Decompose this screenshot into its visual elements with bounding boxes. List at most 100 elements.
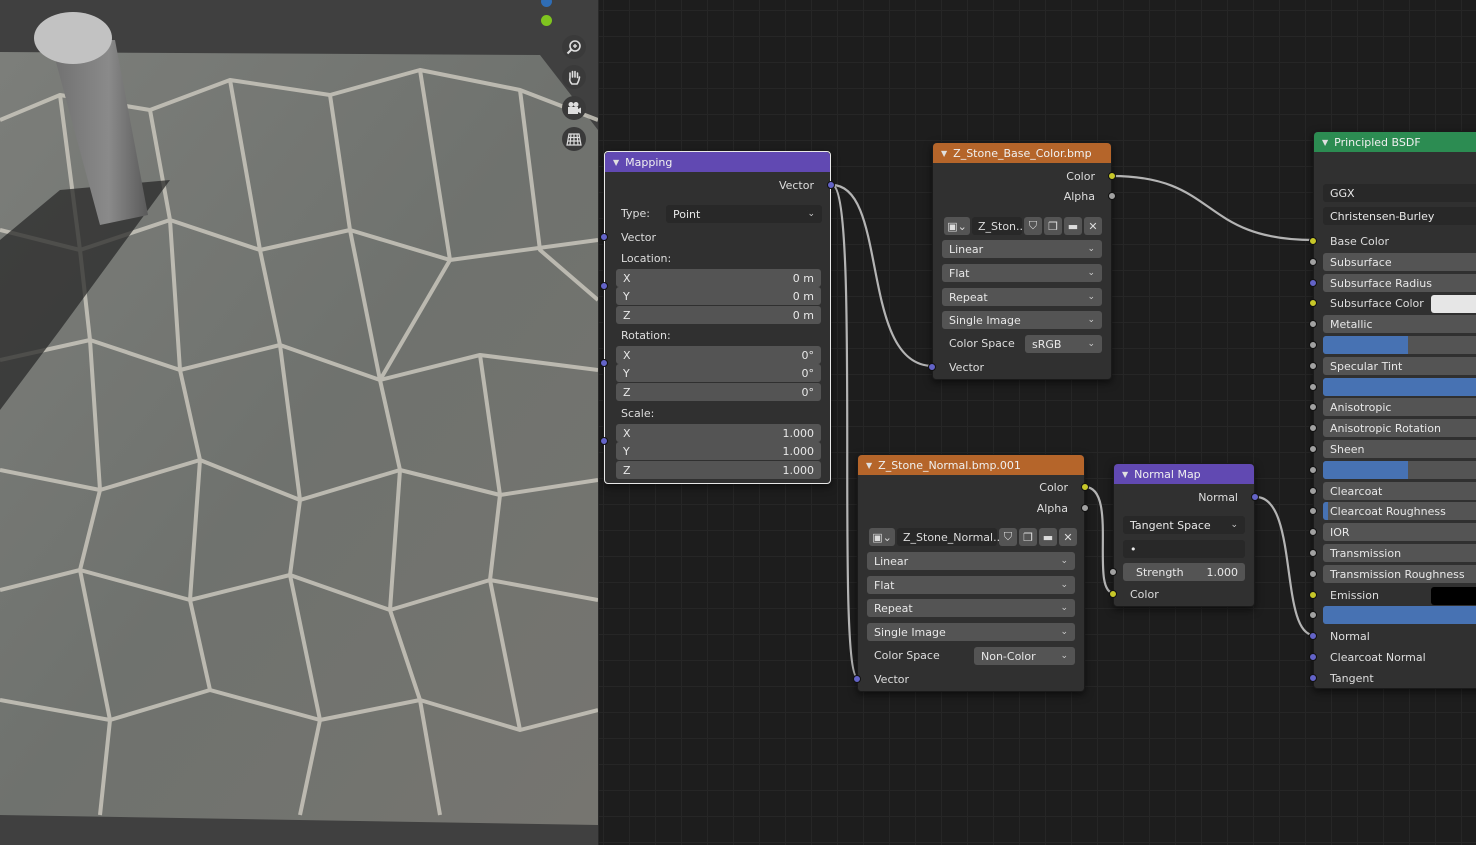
rotation-y-field[interactable]: Y 0°: [616, 364, 821, 382]
normal-map-header[interactable]: ▼ Normal Map: [1114, 464, 1254, 484]
image-name-field[interactable]: Z_Stone_Normal..: [897, 528, 1000, 546]
metallic-input[interactable]: Metallic: [1323, 315, 1476, 333]
strength-input-socket[interactable]: [1109, 568, 1117, 576]
scale-y-field[interactable]: Y 1.000: [616, 442, 821, 460]
image-selector[interactable]: ▣⌄ Z_Ston.. ⛉ ❐ ▬ ✕: [944, 217, 1102, 235]
anisotropic-rotation-input-socket[interactable]: [1309, 424, 1317, 432]
duplicate-icon[interactable]: ❐: [1019, 528, 1037, 546]
subsurface-radius-input-socket[interactable]: [1309, 279, 1317, 287]
normal-texture-node[interactable]: ▼ Z_Stone_Normal.bmp.001 Color Alpha ▣⌄ …: [853, 454, 1089, 692]
clearcoat-input-socket[interactable]: [1309, 487, 1317, 495]
color-output-socket[interactable]: [1081, 483, 1089, 491]
transmission-roughness-input[interactable]: Transmission Roughness: [1323, 565, 1476, 583]
texture-node-header[interactable]: ▼ Z_Stone_Normal.bmp.001: [858, 455, 1084, 475]
scale-socket[interactable]: [600, 437, 608, 445]
y-axis-dot[interactable]: [541, 15, 552, 26]
alpha-input[interactable]: Alpha: [1323, 606, 1476, 624]
texture-node-header[interactable]: ▼ Z_Stone_Base_Color.bmp: [933, 143, 1111, 163]
transmission-input[interactable]: Transmission: [1323, 544, 1476, 562]
hand-pan-icon[interactable]: [562, 65, 586, 89]
shader-node-editor[interactable]: ▼ Mapping Vector Type: Point ⌄ Vector Loc…: [598, 0, 1476, 845]
input-socket[interactable]: [600, 233, 608, 241]
alpha-input-socket[interactable]: [1309, 611, 1317, 619]
vector-input-socket[interactable]: [853, 675, 861, 683]
alpha-output-socket[interactable]: [1108, 192, 1116, 200]
collapse-triangle-icon[interactable]: ▼: [941, 149, 947, 158]
rotation-socket[interactable]: [600, 359, 608, 367]
distribution-dropdown[interactable]: GGX: [1323, 184, 1476, 202]
specular-tint-input[interactable]: Specular Tint: [1323, 357, 1476, 375]
specular-tint-input-socket[interactable]: [1309, 362, 1317, 370]
color-output-socket[interactable]: [1108, 172, 1116, 180]
unlink-close-icon[interactable]: ✕: [1084, 217, 1102, 235]
camera-icon[interactable]: [562, 96, 586, 120]
location-y-field[interactable]: Y0 m: [616, 287, 821, 305]
sheen-input[interactable]: Sheen: [1323, 440, 1476, 458]
interpolation-dropdown[interactable]: Linear ⌄: [942, 240, 1102, 258]
uv-map-field[interactable]: •: [1123, 540, 1245, 558]
specular-input[interactable]: Specular: [1323, 336, 1476, 354]
ior-input-socket[interactable]: [1309, 528, 1317, 536]
fake-user-shield-icon[interactable]: ⛉: [1024, 217, 1042, 235]
duplicate-icon[interactable]: ❐: [1044, 217, 1062, 235]
sheen-input-socket[interactable]: [1309, 445, 1317, 453]
clearcoat-roughness-input[interactable]: Clearcoat Roughness: [1323, 502, 1476, 520]
extension-dropdown[interactable]: Repeat ⌄: [942, 288, 1102, 306]
source-dropdown[interactable]: Single Image ⌄: [942, 311, 1102, 329]
mapping-node[interactable]: ▼ Mapping Vector Type: Point ⌄ Vector Loc…: [600, 151, 835, 484]
location-x-field[interactable]: X0 m: [616, 269, 821, 287]
subsurface-radius-input[interactable]: Subsurface Radius: [1323, 274, 1476, 292]
image-selector[interactable]: ▣⌄ Z_Stone_Normal.. ⛉ ❐ ▬ ✕: [869, 528, 1077, 546]
ior-input[interactable]: IOR: [1323, 523, 1476, 541]
normal-map-node[interactable]: ▼ Normal Map Normal Tangent Space ⌄ • Str…: [1109, 463, 1259, 607]
anisotropic-input[interactable]: Anisotropic: [1323, 398, 1476, 416]
location-socket[interactable]: [600, 282, 608, 290]
scale-x-field[interactable]: X 1.000: [616, 424, 821, 442]
bsdf-header[interactable]: ▼ Principled BSDF: [1314, 132, 1476, 152]
location-z-field[interactable]: Z0 m: [616, 306, 821, 324]
image-browse-icon[interactable]: ▣⌄: [944, 217, 970, 235]
subsurface-input[interactable]: Subsurface: [1323, 253, 1476, 271]
rotation-z-field[interactable]: Z 0°: [616, 383, 821, 401]
extension-dropdown[interactable]: Repeat ⌄: [867, 599, 1075, 617]
subsurface-input-socket[interactable]: [1309, 258, 1317, 266]
collapse-triangle-icon[interactable]: ▼: [1122, 470, 1128, 479]
image-browse-icon[interactable]: ▣⌄: [869, 528, 895, 546]
open-folder-icon[interactable]: ▬: [1064, 217, 1082, 235]
principled-bsdf-node[interactable]: ▼ Principled BSDF GGX Christensen-Burley…: [1309, 131, 1476, 689]
alpha-output-socket[interactable]: [1081, 504, 1089, 512]
image-name-field[interactable]: Z_Ston..: [972, 217, 1023, 235]
collapse-triangle-icon[interactable]: ▼: [613, 158, 619, 167]
color-input-socket[interactable]: [1109, 590, 1117, 598]
collapse-triangle-icon[interactable]: ▼: [866, 461, 872, 470]
vector-input-socket[interactable]: [928, 363, 936, 371]
metallic-input-socket[interactable]: [1309, 320, 1317, 328]
space-dropdown[interactable]: Tangent Space ⌄: [1123, 516, 1245, 534]
output-socket[interactable]: [827, 181, 835, 189]
emission-color-swatch[interactable]: [1431, 587, 1476, 605]
color-space-dropdown[interactable]: Non-Color ⌄: [974, 647, 1075, 665]
roughness-input-socket[interactable]: [1309, 383, 1317, 391]
clearcoat-roughness-input-socket[interactable]: [1309, 507, 1317, 515]
mapping-node-header[interactable]: ▼ Mapping: [605, 152, 830, 172]
anisotropic-rotation-input[interactable]: Anisotropic Rotation: [1323, 419, 1476, 437]
specular-input-socket[interactable]: [1309, 341, 1317, 349]
emission-input[interactable]: Emission: [1314, 585, 1476, 605]
transmission-roughness-input-socket[interactable]: [1309, 570, 1317, 578]
type-dropdown[interactable]: Point ⌄: [666, 205, 822, 223]
clearcoat-input[interactable]: Clearcoat: [1323, 482, 1476, 500]
subsurface-color-input[interactable]: Subsurface Color: [1314, 293, 1476, 313]
roughness-input[interactable]: Roughness: [1323, 378, 1476, 396]
sheen-tint-input[interactable]: Sheen Tint: [1323, 461, 1476, 479]
base-color-texture-node[interactable]: ▼ Z_Stone_Base_Color.bmp Color Alpha ▣⌄ …: [928, 142, 1116, 380]
grid-view-icon[interactable]: [562, 127, 586, 151]
rotation-x-field[interactable]: X 0°: [616, 346, 821, 364]
normal-output-socket[interactable]: [1251, 493, 1259, 501]
transmission-input-socket[interactable]: [1309, 549, 1317, 557]
scale-z-field[interactable]: Z 1.000: [616, 461, 821, 479]
color-space-dropdown[interactable]: sRGB ⌄: [1025, 335, 1102, 353]
subsurface-method-dropdown[interactable]: Christensen-Burley: [1323, 207, 1476, 225]
subsurface-color-color-swatch[interactable]: [1431, 295, 1476, 313]
sheen-tint-input-socket[interactable]: [1309, 466, 1317, 474]
strength-field[interactable]: Strength 1.000: [1123, 563, 1245, 581]
